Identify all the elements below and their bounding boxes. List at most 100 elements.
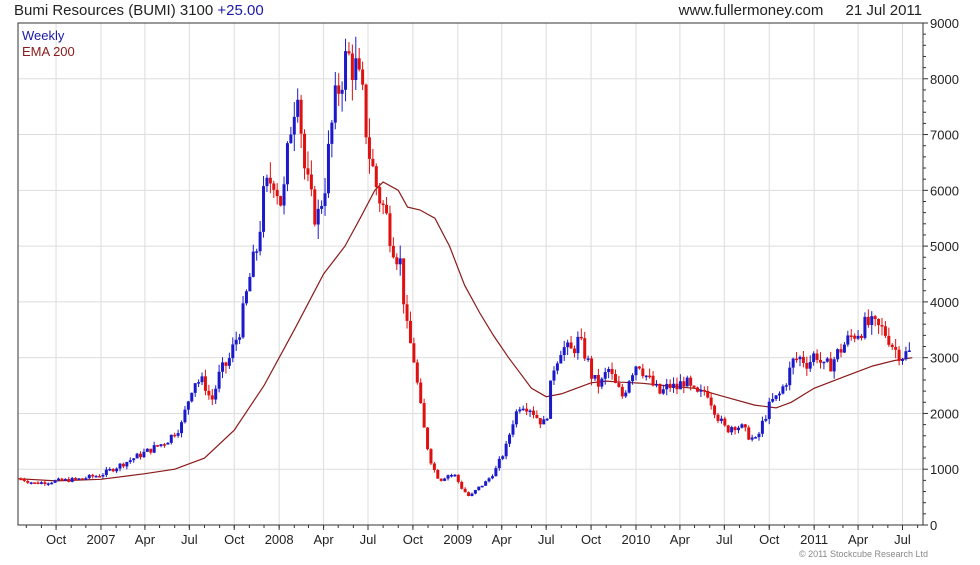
- candle-body: [439, 478, 443, 481]
- candle-body: [262, 186, 266, 232]
- candle-body: [111, 468, 115, 472]
- candle-body: [77, 478, 81, 480]
- candle-body: [344, 51, 348, 90]
- candle-body: [173, 434, 177, 437]
- candle-body: [227, 358, 231, 366]
- candle-body: [566, 342, 570, 348]
- candle-body: [26, 480, 30, 483]
- candle-body: [658, 383, 662, 394]
- candle-body: [665, 383, 669, 390]
- candle-body: [326, 143, 330, 194]
- candle-body: [36, 482, 40, 485]
- candle-body: [46, 483, 50, 485]
- candle-body: [152, 445, 156, 453]
- candle-body: [631, 375, 635, 382]
- candle-body: [634, 366, 638, 376]
- candle-body: [385, 204, 389, 214]
- candle-body: [125, 462, 129, 467]
- candle-body: [887, 335, 891, 345]
- x-tick-label: 2009: [443, 532, 472, 547]
- candle-body: [521, 408, 525, 411]
- candle-body: [320, 206, 324, 209]
- x-tick-label: 2010: [622, 532, 651, 547]
- candle-body: [600, 378, 604, 387]
- candle-body: [186, 401, 190, 410]
- candle-body: [248, 276, 252, 292]
- candle-body: [193, 383, 197, 393]
- candle-body: [449, 475, 453, 477]
- candle-body: [67, 479, 71, 482]
- candle-body: [863, 316, 867, 338]
- x-tick-label: Jul: [716, 532, 733, 547]
- candle-body: [774, 395, 778, 399]
- candle-body: [381, 203, 385, 206]
- x-tick-label: 2011: [800, 532, 828, 547]
- candle-body: [825, 358, 829, 362]
- candle-body: [627, 381, 631, 393]
- candle-body: [87, 474, 91, 479]
- x-tick-label: Oct: [46, 532, 67, 547]
- candle-body: [880, 325, 884, 327]
- candle-body: [176, 433, 180, 436]
- candle-body: [374, 166, 378, 188]
- candle-body: [617, 382, 621, 387]
- candle-body: [836, 349, 840, 360]
- candle-body: [890, 344, 894, 348]
- candle-body: [203, 376, 207, 391]
- candle-body: [74, 477, 78, 480]
- candle-body: [108, 468, 112, 471]
- candle-body: [333, 85, 337, 123]
- candle-body: [145, 448, 149, 452]
- candle-body: [80, 478, 84, 480]
- candle-body: [415, 362, 419, 383]
- candle-body: [282, 184, 286, 206]
- candle-body: [788, 367, 792, 386]
- copyright-notice: © 2011 Stockcube Research Ltd: [798, 549, 928, 559]
- candle-body: [279, 196, 283, 206]
- candle-body: [347, 51, 351, 54]
- candle-body: [497, 458, 501, 469]
- candle-body: [702, 389, 706, 392]
- candle-body: [43, 482, 47, 485]
- candle-body: [760, 420, 764, 434]
- candle-body: [251, 251, 255, 277]
- candle-body: [511, 424, 515, 435]
- candle-body: [514, 411, 518, 425]
- candle-body: [508, 434, 512, 444]
- candle-body: [149, 448, 153, 453]
- y-tick-label: 8000: [930, 72, 959, 87]
- candle-body: [299, 99, 303, 134]
- y-tick-label: 5000: [930, 239, 959, 254]
- candle-body: [94, 475, 98, 478]
- candle-body: [723, 418, 727, 426]
- candle-body: [169, 434, 173, 443]
- candle-body: [518, 409, 522, 412]
- candle-body: [883, 326, 887, 336]
- candle-body: [552, 370, 556, 381]
- candle-body: [166, 442, 170, 445]
- candle-body: [436, 469, 440, 479]
- candle-body: [296, 99, 300, 117]
- candle-body: [405, 304, 409, 321]
- candle-body: [484, 481, 488, 486]
- website-link[interactable]: www.fullermoney.com: [679, 2, 824, 19]
- candle-body: [733, 427, 737, 431]
- candle-body: [402, 258, 406, 305]
- candle-body: [672, 383, 676, 388]
- x-tick-label: Apr: [135, 532, 156, 547]
- candle-body: [50, 482, 54, 485]
- candle-body: [255, 251, 259, 253]
- candle-body: [719, 418, 723, 421]
- candle-body: [859, 335, 863, 338]
- candle-body: [624, 392, 628, 397]
- candle-body: [590, 358, 594, 379]
- candle-body: [190, 392, 194, 402]
- candle-body: [388, 213, 392, 246]
- candle-body: [613, 374, 617, 383]
- candle-body: [494, 468, 498, 477]
- chart-date: 21 Jul 2011: [845, 2, 922, 19]
- candle-body: [716, 414, 720, 421]
- candle-body: [730, 427, 734, 433]
- y-tick-label: 3000: [930, 351, 959, 366]
- candle-body: [159, 444, 163, 446]
